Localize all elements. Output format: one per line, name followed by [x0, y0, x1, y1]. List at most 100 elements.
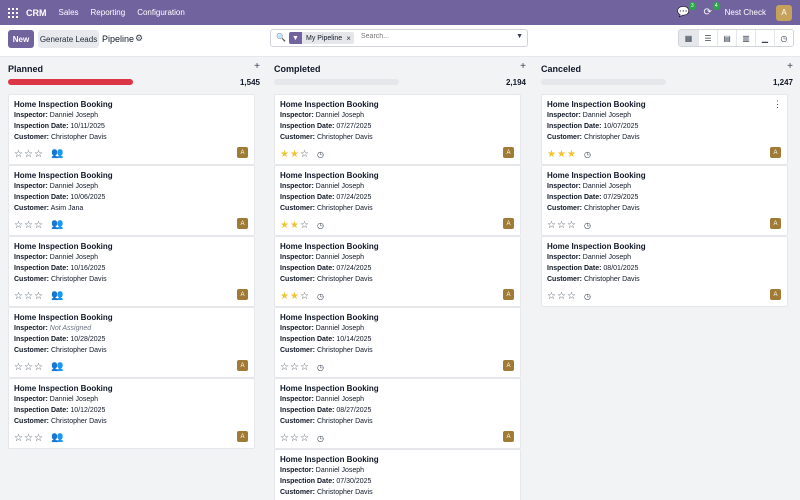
column-progress-bar[interactable]	[274, 79, 399, 85]
owner-avatar[interactable]: A	[770, 218, 781, 229]
kanban-view-icon[interactable]: ▦	[679, 30, 698, 46]
list-view-icon[interactable]: ☰	[698, 30, 717, 46]
owner-avatar[interactable]: A	[237, 289, 248, 300]
priority-star-icon[interactable]: ★	[290, 291, 300, 302]
add-card-button[interactable]: +	[787, 61, 793, 72]
generate-leads-button[interactable]: Generate Leads	[38, 30, 99, 48]
people-icon[interactable]: 👥	[51, 219, 63, 230]
priority-star-icon[interactable]: ☆	[34, 220, 44, 231]
column-progress-bar[interactable]	[541, 79, 666, 85]
card-menu-icon[interactable]: ⋮	[773, 99, 782, 110]
priority-star-icon[interactable]: ☆	[300, 220, 310, 231]
kanban-card[interactable]: Home Inspection Booking Inspector: Danni…	[541, 165, 788, 236]
priority-star-icon[interactable]: ★	[557, 149, 567, 160]
add-card-button[interactable]: +	[254, 61, 260, 72]
priority-star-icon[interactable]: ☆	[14, 149, 24, 160]
kanban-card[interactable]: Home Inspection Booking Inspector: Danni…	[274, 94, 521, 165]
kanban-card[interactable]: Home Inspection Booking Inspector: Danni…	[541, 236, 788, 307]
graph-view-icon[interactable]: ▁	[755, 30, 774, 46]
people-icon[interactable]: 👥	[51, 290, 63, 301]
priority-star-icon[interactable]: ☆	[290, 362, 300, 373]
priority-star-icon[interactable]: ☆	[557, 220, 567, 231]
priority-star-icon[interactable]: ★	[290, 149, 300, 160]
clock-icon[interactable]: ◷	[584, 150, 591, 159]
priority-star-icon[interactable]: ☆	[14, 433, 24, 444]
priority-star-icon[interactable]: ☆	[24, 291, 34, 302]
priority-star-icon[interactable]: ★	[280, 291, 290, 302]
search-icon[interactable]: 🔍	[276, 33, 286, 42]
clock-icon[interactable]: ◷	[317, 292, 324, 301]
priority-star-icon[interactable]: ☆	[24, 362, 34, 373]
priority-star-icon[interactable]: ★	[280, 220, 290, 231]
search-bar[interactable]: 🔍 ▼ My Pipeline × ▼	[270, 29, 528, 47]
priority-star-icon[interactable]: ☆	[34, 433, 44, 444]
clock-icon[interactable]: ◷	[317, 434, 324, 443]
kanban-card[interactable]: Home Inspection Booking Inspector: Not A…	[8, 307, 255, 378]
priority-star-icon[interactable]: ☆	[34, 362, 44, 373]
priority-star-icon[interactable]: ☆	[300, 149, 310, 160]
gear-icon[interactable]: ⚙	[135, 33, 145, 43]
clock-icon[interactable]: ◷	[584, 292, 591, 301]
user-avatar[interactable]: A	[776, 4, 792, 21]
kanban-card[interactable]: Home Inspection Booking Inspector: Danni…	[274, 378, 521, 449]
search-toggle-icon[interactable]: ▼	[516, 33, 523, 40]
kanban-card[interactable]: Home Inspection Booking Inspector: Danni…	[274, 236, 521, 307]
kanban-card[interactable]: Home Inspection Booking Inspector: Danni…	[8, 94, 255, 165]
priority-star-icon[interactable]: ☆	[300, 362, 310, 373]
priority-star-icon[interactable]: ☆	[24, 149, 34, 160]
people-icon[interactable]: 👥	[51, 361, 63, 372]
clock-icon[interactable]: ◷	[584, 221, 591, 230]
calendar-view-icon[interactable]: ▤	[717, 30, 736, 46]
apps-menu-icon[interactable]	[8, 7, 18, 18]
people-icon[interactable]: 👥	[51, 432, 63, 443]
priority-star-icon[interactable]: ☆	[567, 291, 577, 302]
add-card-button[interactable]: +	[520, 61, 526, 72]
app-name[interactable]: CRM	[26, 8, 47, 18]
owner-avatar[interactable]: A	[503, 360, 514, 371]
owner-avatar[interactable]: A	[503, 289, 514, 300]
people-icon[interactable]: 👥	[51, 148, 63, 159]
owner-avatar[interactable]: A	[770, 147, 781, 158]
priority-star-icon[interactable]: ☆	[34, 149, 44, 160]
owner-avatar[interactable]: A	[503, 431, 514, 442]
chat-icon[interactable]: 💬 3	[677, 1, 696, 20]
kanban-card[interactable]: Home Inspection Booking Inspector: Danni…	[8, 378, 255, 449]
owner-avatar[interactable]: A	[503, 147, 514, 158]
priority-star-icon[interactable]: ★	[547, 149, 557, 160]
search-input[interactable]	[361, 33, 501, 40]
menu-configuration[interactable]: Configuration	[137, 8, 185, 17]
kanban-card[interactable]: Home Inspection Booking Inspector: Danni…	[8, 165, 255, 236]
kanban-card[interactable]: Home Inspection Booking Inspector: Danni…	[274, 165, 521, 236]
owner-avatar[interactable]: A	[770, 289, 781, 300]
owner-avatar[interactable]: A	[503, 218, 514, 229]
menu-reporting[interactable]: Reporting	[91, 8, 126, 17]
clock-icon[interactable]: ◷	[317, 221, 324, 230]
priority-star-icon[interactable]: ☆	[14, 220, 24, 231]
priority-star-icon[interactable]: ☆	[24, 220, 34, 231]
priority-star-icon[interactable]: ☆	[24, 433, 34, 444]
priority-star-icon[interactable]: ☆	[34, 291, 44, 302]
priority-star-icon[interactable]: ☆	[547, 220, 557, 231]
pivot-view-icon[interactable]: ▥	[736, 30, 755, 46]
remove-facet-icon[interactable]: ×	[346, 34, 354, 43]
kanban-card[interactable]: Home Inspection Booking ⋮ Inspector: Dan…	[541, 94, 788, 165]
priority-star-icon[interactable]: ★	[280, 149, 290, 160]
new-button[interactable]: New	[8, 30, 34, 48]
priority-star-icon[interactable]: ★	[567, 149, 577, 160]
priority-star-icon[interactable]: ☆	[14, 362, 24, 373]
kanban-card[interactable]: Home Inspection Booking Inspector: Danni…	[8, 236, 255, 307]
priority-star-icon[interactable]: ☆	[547, 291, 557, 302]
clock-icon[interactable]: ◷	[317, 363, 324, 372]
column-progress-bar[interactable]	[8, 79, 133, 85]
owner-avatar[interactable]: A	[237, 431, 248, 442]
priority-star-icon[interactable]: ☆	[280, 433, 290, 444]
owner-avatar[interactable]: A	[237, 147, 248, 158]
priority-star-icon[interactable]: ☆	[557, 291, 567, 302]
menu-sales[interactable]: Sales	[59, 8, 79, 17]
priority-star-icon[interactable]: ☆	[300, 291, 310, 302]
kanban-card[interactable]: Home Inspection Booking Inspector: Danni…	[274, 449, 521, 500]
owner-avatar[interactable]: A	[237, 360, 248, 371]
activity-view-icon[interactable]: ◷	[774, 30, 793, 46]
owner-avatar[interactable]: A	[237, 218, 248, 229]
priority-star-icon[interactable]: ☆	[290, 433, 300, 444]
